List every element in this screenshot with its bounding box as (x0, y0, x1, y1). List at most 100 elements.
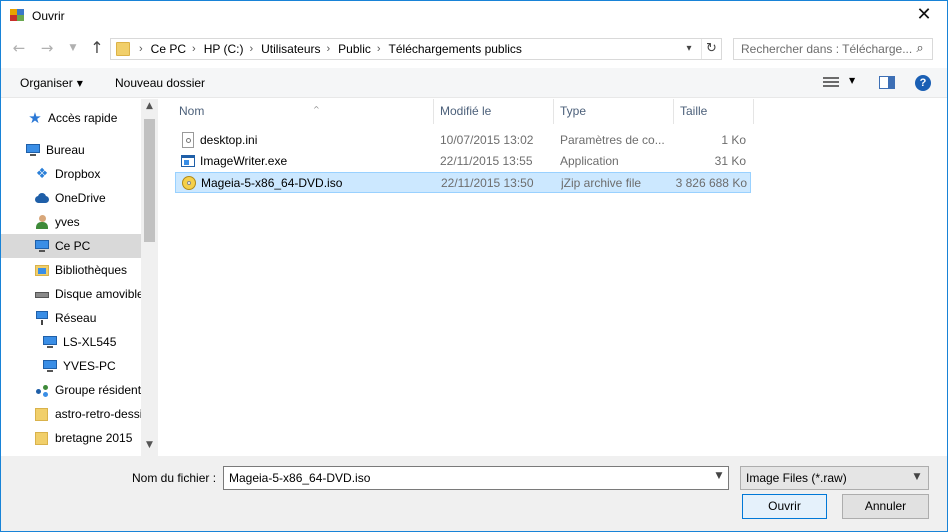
new-folder-button[interactable]: Nouveau dossier (115, 76, 205, 90)
file-type-value: Image Files (*.raw) (746, 471, 847, 485)
sidebar-item-label: Bibliothèques (55, 263, 128, 277)
network-icon (34, 310, 50, 326)
file-name: Mageia-5-x86_64-DVD.iso (201, 176, 343, 190)
computer-icon (34, 238, 50, 254)
column-header-size[interactable]: Taille (674, 99, 754, 124)
sidebar-item-libraries[interactable]: Bibliothèques (1, 258, 141, 282)
dropbox-icon: ❖ (35, 166, 49, 182)
sidebar-item-label: Bureau (46, 143, 85, 157)
organize-label: Organiser (20, 76, 73, 90)
file-list: Nom ^ Modifié le Type Taille desktop.ini… (159, 99, 947, 456)
navigation-pane: ★ Accès rapide Bureau ❖ Dropbox OneDrive… (1, 99, 158, 456)
breadcrumb-separator-icon[interactable]: › (192, 43, 196, 55)
column-header-label: Nom (179, 104, 205, 118)
file-name: ImageWriter.exe (200, 154, 288, 168)
sidebar-item-label: astro-retro-dessins (55, 407, 141, 421)
breadcrumb-item[interactable]: Utilisateurs (261, 42, 320, 56)
breadcrumb-separator-icon[interactable]: › (139, 43, 143, 55)
breadcrumb: › Ce PC › HP (C:) › Utilisateurs › Publi… (133, 42, 522, 56)
sidebar-item-label: yves (55, 215, 80, 229)
help-icon[interactable]: ? (915, 75, 931, 91)
open-button[interactable]: Ouvrir (742, 494, 827, 519)
up-button[interactable]: ↑ (87, 38, 107, 58)
sidebar-item-network[interactable]: Réseau (1, 306, 141, 330)
back-button[interactable]: ← (9, 38, 29, 58)
sidebar-item-removable-disk[interactable]: Disque amovible (1, 282, 141, 306)
file-type: Paramètres de co... (560, 133, 665, 147)
sidebar-item-dropbox[interactable]: ❖ Dropbox (1, 162, 141, 186)
address-bar[interactable]: › Ce PC › HP (C:) › Utilisateurs › Publi… (110, 38, 722, 60)
sidebar-item-label: Disque amovible (55, 287, 141, 301)
breadcrumb-item[interactable]: Ce PC (151, 42, 186, 56)
sidebar-item-label: Ce PC (55, 239, 91, 253)
breadcrumb-item[interactable]: Public (338, 42, 371, 56)
file-type-select[interactable]: Image Files (*.raw) ▼ (740, 466, 929, 490)
breadcrumb-separator-icon[interactable]: › (249, 43, 253, 55)
folder-icon (116, 42, 130, 56)
chevron-down-icon[interactable]: ▼ (712, 471, 726, 481)
sidebar-item-quick-access[interactable]: ★ Accès rapide (1, 106, 141, 130)
filename-value: Mageia-5-x86_64-DVD.iso (229, 471, 371, 485)
column-header-label: Type (560, 104, 587, 118)
folder-icon (34, 406, 50, 422)
file-row[interactable]: ImageWriter.exe 22/11/2015 13:55 Applica… (175, 151, 751, 172)
scroll-up-icon[interactable]: ▲ (141, 101, 158, 115)
breadcrumb-separator-icon[interactable]: › (327, 43, 331, 55)
drive-icon (34, 286, 50, 302)
search-input[interactable]: Rechercher dans : Télécharge... ⌕ (733, 38, 933, 60)
sidebar-item-this-pc[interactable]: Ce PC (1, 234, 141, 258)
dialog-footer: Nom du fichier : Mageia-5-x86_64-DVD.iso… (1, 456, 947, 531)
sidebar-item-label: YVES-PC (63, 359, 116, 373)
folder-icon (34, 430, 50, 446)
file-date: 22/11/2015 13:55 (440, 154, 533, 168)
sidebar-item-folder[interactable]: bretagne 2015 (1, 426, 141, 450)
sidebar-item-folder[interactable]: astro-retro-dessins (1, 402, 141, 426)
file-row[interactable]: desktop.ini 10/07/2015 13:02 Paramètres … (175, 130, 751, 151)
star-icon: ★ (28, 109, 42, 127)
column-header-name[interactable]: Nom ^ (173, 99, 434, 124)
chevron-down-icon: ▼ (76, 79, 83, 88)
window-title: Ouvrir (32, 9, 65, 23)
close-icon: ✕ (916, 4, 932, 25)
sidebar-item-label: OneDrive (55, 191, 106, 205)
sidebar-item-label: LS-XL545 (63, 335, 117, 349)
sidebar-item-ls-xl545[interactable]: LS-XL545 (1, 330, 141, 354)
computer-icon (42, 358, 58, 374)
sidebar-item-onedrive[interactable]: OneDrive (1, 186, 141, 210)
refresh-icon[interactable]: ↻ (701, 39, 721, 59)
sidebar-item-label: Accès rapide (48, 111, 118, 125)
scroll-down-icon[interactable]: ▼ (141, 440, 158, 454)
scrollbar-thumb[interactable] (144, 119, 155, 242)
file-row-selected[interactable]: Mageia-5-x86_64-DVD.iso 22/11/2015 13:50… (175, 172, 751, 193)
column-header-type[interactable]: Type (554, 99, 674, 124)
sidebar-item-label: Réseau (55, 311, 97, 325)
file-type: Application (560, 154, 619, 168)
arrow-right-icon: → (40, 39, 54, 57)
sidebar-item-homegroup[interactable]: Groupe résidentiel (1, 378, 141, 402)
app-icon (10, 9, 24, 21)
address-dropdown-icon[interactable]: ▾ (681, 41, 697, 57)
column-header-label: Taille (680, 104, 708, 118)
breadcrumb-separator-icon[interactable]: › (377, 43, 381, 55)
chevron-down-icon[interactable]: ▼ (849, 76, 855, 85)
navigation-scrollbar[interactable]: ▲ ▼ (141, 99, 158, 456)
preview-pane-icon[interactable] (879, 76, 895, 89)
forward-button[interactable]: → (37, 38, 57, 58)
sidebar-item-desktop[interactable]: Bureau (1, 138, 141, 162)
recent-locations-button[interactable]: ▼ (63, 38, 83, 58)
file-size: 3 826 688 Ko (675, 176, 747, 190)
settings-file-icon (180, 132, 196, 148)
sidebar-item-yves[interactable]: yves (1, 210, 141, 234)
cancel-button[interactable]: Annuler (842, 494, 929, 519)
homegroup-icon (34, 382, 50, 398)
sidebar-item-yves-pc[interactable]: YVES-PC (1, 354, 141, 378)
breadcrumb-item[interactable]: Téléchargements publics (389, 42, 522, 56)
filename-input[interactable]: Mageia-5-x86_64-DVD.iso ▼ (223, 466, 729, 490)
search-icon[interactable]: ⌕ (912, 41, 928, 57)
sidebar-item-label: bretagne 2015 (55, 431, 133, 445)
view-options-icon[interactable] (823, 76, 839, 89)
column-header-date[interactable]: Modifié le (434, 99, 554, 124)
organize-button[interactable]: Organiser ▼ (20, 76, 83, 90)
close-button[interactable]: ✕ (901, 1, 947, 31)
breadcrumb-item[interactable]: HP (C:) (204, 42, 244, 56)
